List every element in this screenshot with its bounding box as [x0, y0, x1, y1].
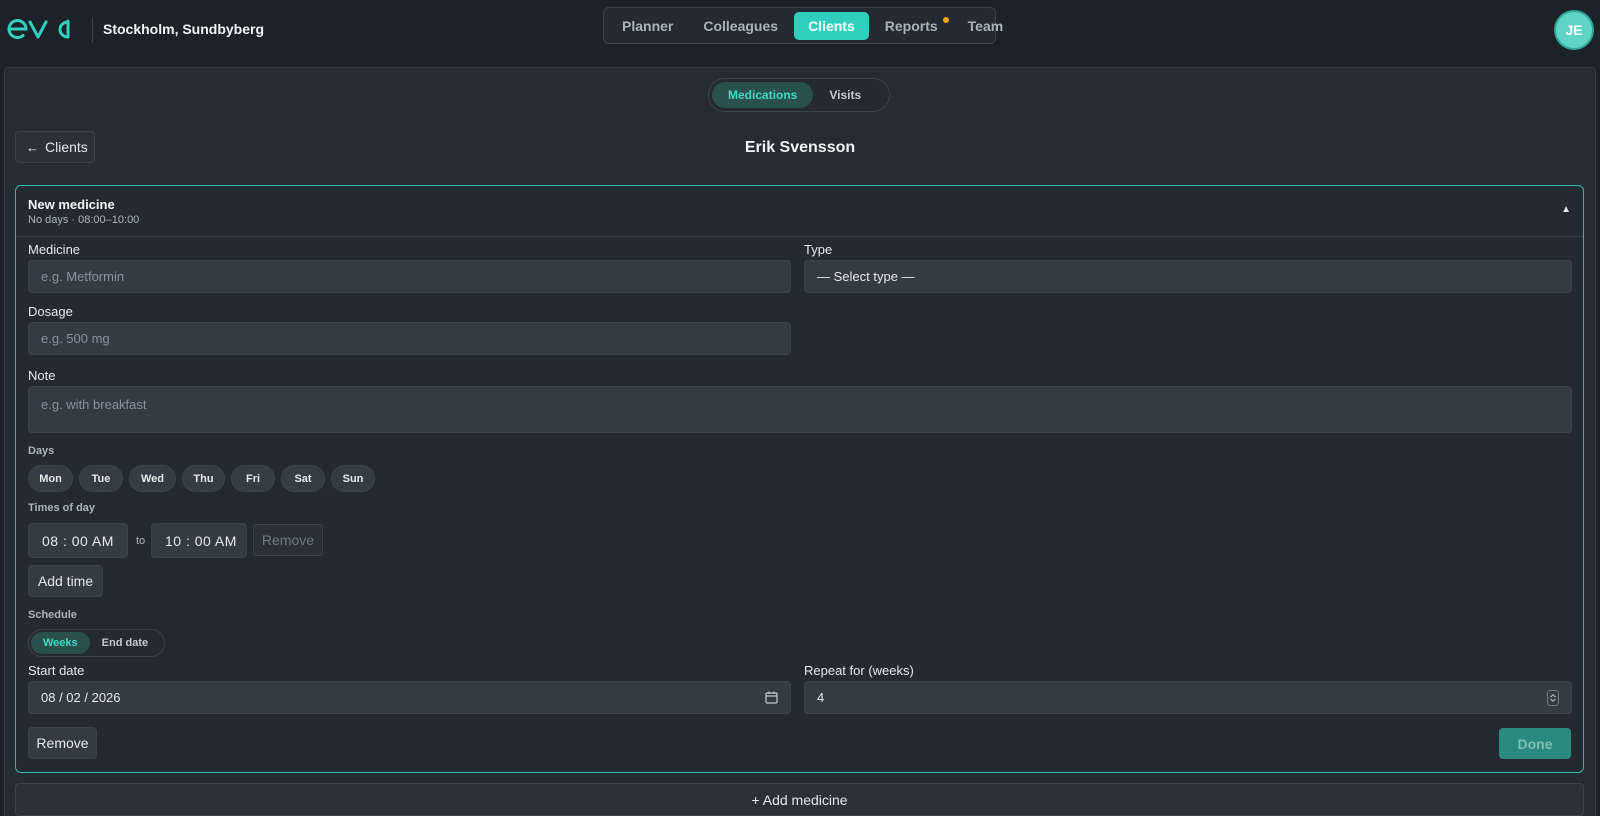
time-from-input[interactable]: 08 : 00 AM — [28, 523, 128, 558]
user-avatar[interactable]: JE — [1554, 10, 1594, 50]
location-label: Stockholm, Sundbyberg — [103, 21, 265, 37]
remove-medicine-button[interactable]: Remove — [28, 727, 97, 759]
medicine-card-title: New medicine — [28, 197, 115, 212]
main-nav: Planner Colleagues Clients Reports Team — [603, 7, 1003, 44]
number-spinner-icon[interactable] — [1547, 690, 1559, 706]
times-label: Times of day — [28, 502, 96, 514]
start-date-value: 08 / 02 / 2026 — [41, 690, 121, 705]
medicine-card: New medicine No days · 08:00–10:00 ▲ Med… — [15, 185, 1584, 773]
note-textarea[interactable]: e.g. with breakfast — [28, 386, 1572, 433]
dosage-label: Dosage — [28, 304, 73, 319]
schedule-end-date-option[interactable]: End date — [90, 632, 160, 654]
calendar-icon[interactable] — [765, 691, 778, 704]
nav-planner[interactable]: Planner — [608, 12, 687, 40]
repeat-label: Repeat for (weeks) — [804, 663, 914, 678]
medicine-input[interactable]: e.g. Metformin — [28, 260, 791, 293]
repeat-weeks-value: 4 — [817, 690, 825, 705]
day-mon[interactable]: Mon — [28, 465, 73, 492]
day-fri[interactable]: Fri — [231, 465, 275, 492]
client-subtabs: Medications Visits — [708, 78, 890, 112]
medicine-card-summary: No days · 08:00–10:00 — [28, 214, 140, 226]
day-thu[interactable]: Thu — [182, 465, 225, 492]
client-name-title: Erik Svensson — [744, 139, 856, 156]
medicine-card-header[interactable]: New medicine No days · 08:00–10:00 ▲ — [16, 186, 1583, 237]
day-sat[interactable]: Sat — [281, 465, 325, 492]
medicine-label: Medicine — [28, 242, 81, 257]
notification-dot — [942, 16, 949, 23]
nav-clients[interactable]: Clients — [794, 11, 869, 40]
schedule-label: Schedule — [28, 609, 77, 621]
day-sun[interactable]: Sun — [331, 465, 375, 492]
type-select[interactable]: — Select type — — [804, 260, 1572, 293]
time-to-label: to — [136, 535, 146, 547]
add-time-button[interactable]: Add time — [28, 565, 103, 597]
nav-colleagues[interactable]: Colleagues — [689, 12, 792, 40]
remove-time-button[interactable]: Remove — [253, 524, 323, 556]
logo-divider — [92, 17, 93, 43]
start-date-input[interactable]: 08 / 02 / 2026 — [28, 681, 791, 714]
dosage-input[interactable]: e.g. 500 mg — [28, 322, 791, 355]
nav-reports-label: Reports — [884, 17, 938, 34]
nav-reports[interactable]: Reports — [871, 12, 952, 40]
schedule-weeks-option[interactable]: Weeks — [31, 632, 90, 654]
caret-up-icon[interactable]: ▲ — [1561, 204, 1571, 215]
nav-team[interactable]: Team — [954, 12, 1018, 40]
note-label: Note — [28, 368, 56, 383]
top-bar: Stockholm, Sundbyberg Planner Colleagues… — [0, 0, 1600, 64]
tab-medications[interactable]: Medications — [712, 82, 814, 108]
time-to-input[interactable]: 10 : 00 AM — [151, 523, 247, 558]
start-date-label: Start date — [28, 663, 85, 678]
tab-visits[interactable]: Visits — [813, 82, 877, 108]
day-wed[interactable]: Wed — [129, 465, 176, 492]
days-label: Days — [28, 445, 55, 457]
schedule-toggle: Weeks End date — [28, 629, 165, 657]
add-medicine-button[interactable]: + Add medicine — [15, 783, 1584, 816]
done-button[interactable]: Done — [1499, 728, 1571, 759]
day-tue[interactable]: Tue — [79, 465, 123, 492]
repeat-weeks-input[interactable]: 4 — [804, 681, 1572, 714]
type-label: Type — [804, 242, 833, 257]
eva-logo[interactable] — [6, 14, 78, 44]
